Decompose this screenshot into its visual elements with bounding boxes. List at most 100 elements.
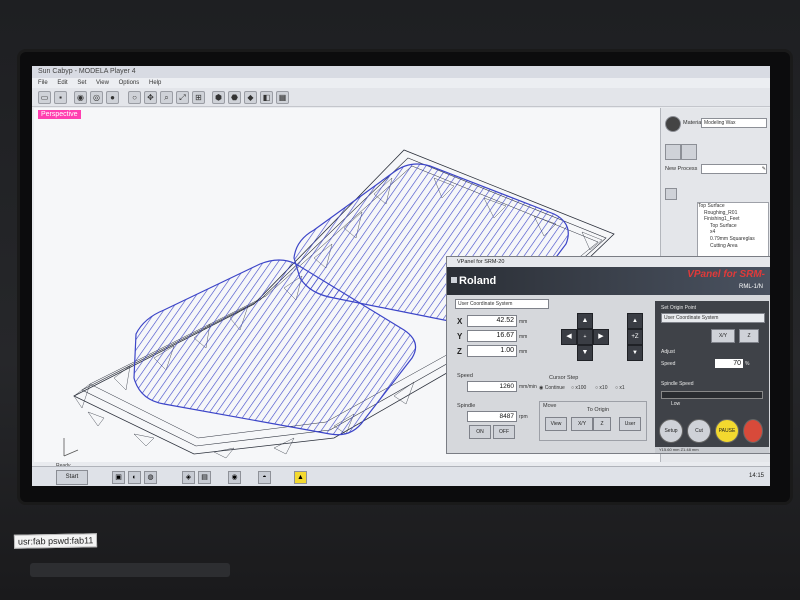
- modela-icon[interactable]: ◈: [182, 471, 195, 484]
- grid-icon[interactable]: ▦: [276, 91, 289, 104]
- process-tree: Top Surface Roughing_R01 Finishing1_Feet…: [697, 202, 769, 264]
- menu-set[interactable]: Set: [77, 80, 86, 86]
- vpanel-window: VPanel for SRM-20 Roland VPanel for SRM-…: [446, 256, 770, 454]
- window-title: Sun Cabyp - MODELA Player 4: [38, 68, 136, 75]
- set-origin-z-button[interactable]: Z: [739, 329, 759, 343]
- cut-button[interactable]: Cut: [687, 419, 711, 443]
- stop-button[interactable]: [743, 419, 763, 443]
- menu-view[interactable]: View: [96, 80, 109, 86]
- material-icon[interactable]: [665, 116, 681, 132]
- front-view-icon[interactable]: ◆: [244, 91, 257, 104]
- x-axis-label: X: [457, 317, 463, 326]
- view-icon[interactable]: ◉: [74, 91, 87, 104]
- browser-icon[interactable]: ◍: [144, 471, 157, 484]
- speed-value: 1260: [467, 381, 517, 392]
- speed-label: Speed: [457, 373, 473, 379]
- step-continue-radio[interactable]: ◉ Continue: [539, 385, 565, 391]
- jog-plus-x-button[interactable]: ▶: [593, 329, 609, 345]
- material-label: Material: [683, 120, 703, 126]
- app4-icon[interactable]: ◓: [258, 471, 271, 484]
- pause-button[interactable]: PAUSE: [715, 419, 739, 443]
- tree-item[interactable]: x4: [698, 229, 768, 236]
- z-value: 1.00: [467, 345, 517, 357]
- spindle-on-button[interactable]: ON: [469, 425, 491, 439]
- tree-item[interactable]: Top Surface: [698, 203, 768, 210]
- setup-button[interactable]: Setup: [659, 419, 683, 443]
- password-sticker: usr:fab pswd:fab11: [13, 533, 98, 549]
- set-origin-xy-button[interactable]: X/Y: [711, 329, 735, 343]
- top-view-icon[interactable]: ⬣: [228, 91, 241, 104]
- app2-icon[interactable]: ▤: [198, 471, 211, 484]
- clock: 14:15: [748, 473, 764, 479]
- menu-file[interactable]: File: [38, 80, 48, 86]
- process-icon[interactable]: [665, 144, 681, 160]
- spindle-speed-slider[interactable]: [661, 391, 763, 399]
- menu-bar: File Edit Set View Options Help: [32, 78, 770, 88]
- step-x10-radio[interactable]: ○ x10: [595, 385, 607, 391]
- material-select[interactable]: Modeling Wax: [701, 118, 767, 128]
- tree-item[interactable]: Top Surface: [698, 223, 768, 230]
- z-up-label-button[interactable]: +Z: [627, 329, 643, 345]
- vpanel-title: VPanel for SRM-20: [457, 259, 505, 265]
- jog-minus-y-button[interactable]: ▼: [577, 345, 593, 361]
- monitor-screen: Sun Cabyp - MODELA Player 4 File Edit Se…: [32, 66, 770, 486]
- tree-item[interactable]: Cutting Area: [698, 243, 768, 250]
- start-button[interactable]: Start: [56, 470, 88, 485]
- spindle-speed-label: Spindle Speed: [661, 381, 694, 387]
- jog-minus-x-button[interactable]: ◀: [561, 329, 577, 345]
- vpanel-titlebar: VPanel for SRM-20: [447, 257, 770, 267]
- spindle-label: Spindle: [457, 403, 476, 409]
- folder-icon[interactable]: ▭: [38, 91, 51, 104]
- new-process-label: New Process: [665, 166, 698, 172]
- app3-icon[interactable]: ◉: [228, 471, 241, 484]
- move-z-button[interactable]: Z: [593, 417, 611, 431]
- tree-icon[interactable]: [665, 188, 677, 200]
- monitor-stand-label: [30, 563, 230, 577]
- tree-item[interactable]: Roughing_R01: [698, 210, 768, 217]
- new-process-button[interactable]: ✎: [701, 164, 767, 174]
- side-view-icon[interactable]: ◧: [260, 91, 273, 104]
- move-icon[interactable]: ✥: [144, 91, 157, 104]
- move-label: Move: [543, 403, 557, 409]
- step-x1-radio[interactable]: ○ x1: [615, 385, 625, 391]
- x-unit: mm: [519, 319, 528, 325]
- fit-icon[interactable]: ⤢: [176, 91, 189, 104]
- y-axis-label: Y: [457, 332, 463, 341]
- tree-item[interactable]: 0.79mm Squareglas: [698, 236, 768, 243]
- tree-item[interactable]: Finishing1_Feet: [698, 216, 768, 223]
- rotate-icon[interactable]: ◎: [90, 91, 103, 104]
- z-axis-label: Z: [457, 347, 462, 356]
- set-origin-select[interactable]: User Coordinate System: [661, 313, 765, 323]
- orbit-icon[interactable]: ○: [128, 91, 141, 104]
- jog-center-button[interactable]: +: [577, 329, 593, 345]
- save-icon[interactable]: ▪: [54, 91, 67, 104]
- menu-edit[interactable]: Edit: [57, 80, 67, 86]
- process2-icon[interactable]: [681, 144, 697, 160]
- menu-help[interactable]: Help: [149, 80, 161, 86]
- set-origin-label: Set Origin Point: [661, 305, 697, 311]
- media-icon[interactable]: ◐: [128, 471, 141, 484]
- explorer-icon[interactable]: ▣: [112, 471, 125, 484]
- move-xy-button[interactable]: X/Y: [571, 417, 593, 431]
- vpanel-header: Roland VPanel for SRM- RML-1/N: [447, 267, 770, 295]
- rotate2-icon[interactable]: ●: [106, 91, 119, 104]
- jog-plus-y-button[interactable]: ▲: [577, 313, 593, 329]
- y-unit: mm: [519, 334, 528, 340]
- jog-minus-z-button[interactable]: ▼: [627, 345, 643, 361]
- adjust-speed-value[interactable]: 70: [715, 359, 743, 368]
- move-view-button[interactable]: View: [545, 417, 567, 431]
- y-value: 16.67: [467, 330, 517, 342]
- move-user-button[interactable]: User: [619, 417, 641, 431]
- zoom-window-icon[interactable]: ⊞: [192, 91, 205, 104]
- coordinate-system-select[interactable]: User Coordinate System: [455, 299, 549, 309]
- menu-options[interactable]: Options: [119, 80, 140, 86]
- solid-view-icon[interactable]: ⬢: [212, 91, 225, 104]
- x-value: 42.52: [467, 315, 517, 327]
- z-unit: mm: [519, 349, 528, 355]
- brand-name: Roland: [459, 275, 497, 287]
- step-x100-radio[interactable]: ○ x100: [571, 385, 586, 391]
- zoom-icon[interactable]: ⌕: [160, 91, 173, 104]
- warning-icon[interactable]: ▲: [294, 471, 307, 484]
- jog-plus-z-button[interactable]: ▲: [627, 313, 643, 329]
- spindle-off-button[interactable]: OFF: [493, 425, 515, 439]
